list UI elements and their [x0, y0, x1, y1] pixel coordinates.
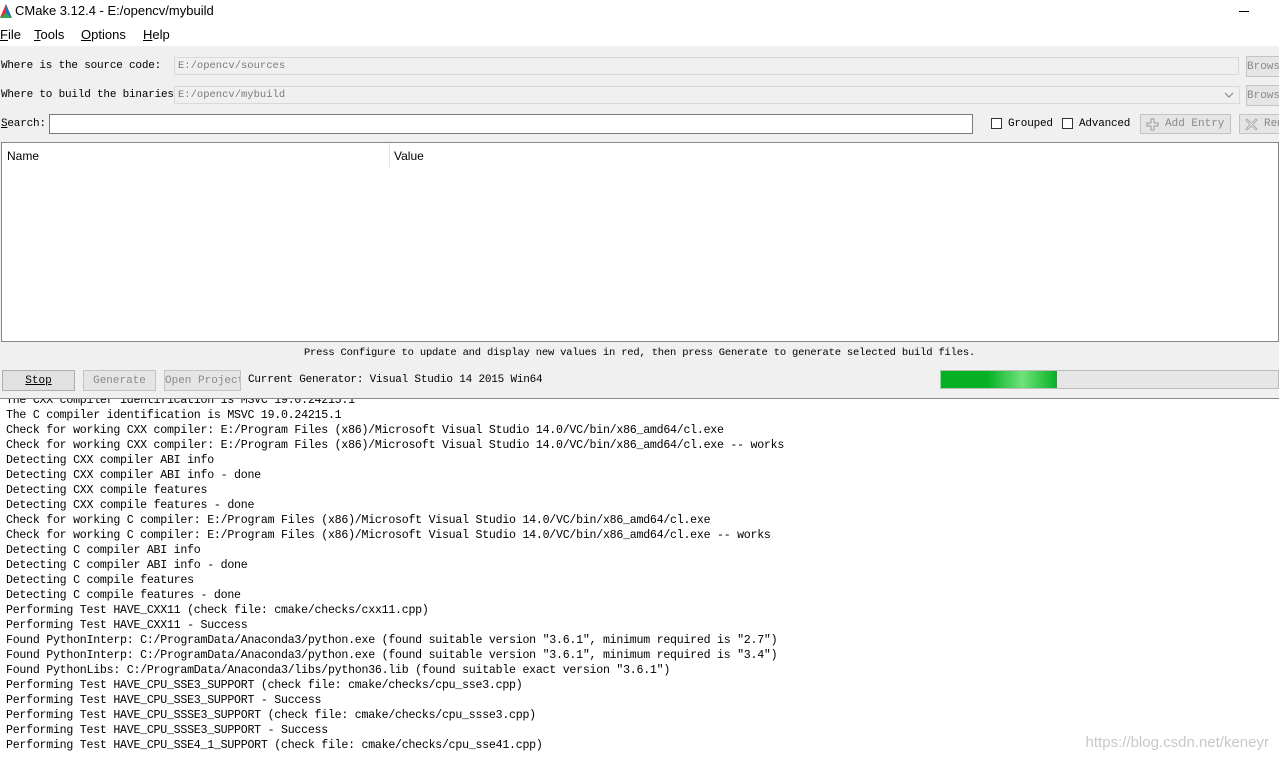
- log-line: Performing Test HAVE_CPU_SSSE3_SUPPORT -…: [6, 724, 328, 737]
- log-line: Performing Test HAVE_CPU_SSE3_SUPPORT - …: [6, 694, 322, 707]
- menu-help[interactable]: Help: [143, 27, 170, 42]
- advanced-checkbox[interactable]: [1062, 118, 1073, 129]
- plus-icon: [1146, 118, 1159, 131]
- search-label: Search:: [1, 118, 46, 130]
- cmake-logo-icon: [0, 4, 12, 18]
- log-line: Detecting C compiler ABI info: [6, 544, 201, 557]
- add-entry-label: Add Entry: [1165, 118, 1225, 130]
- open-project-button[interactable]: Open Project: [164, 370, 241, 391]
- log-line: Found PythonInterp: C:/ProgramData/Anaco…: [6, 634, 778, 647]
- log-line: Performing Test HAVE_CPU_SSE3_SUPPORT (c…: [6, 679, 523, 692]
- browse-build-button[interactable]: Browse Build...: [1246, 85, 1279, 106]
- build-path-combo[interactable]: E:/opencv/mybuild: [174, 86, 1240, 104]
- log-line: Check for working CXX compiler: E:/Progr…: [6, 439, 785, 452]
- menu-tools[interactable]: Tools: [34, 27, 64, 42]
- browse-source-button[interactable]: Browse Source...: [1246, 56, 1279, 77]
- log-line: Performing Test HAVE_CXX11 - Success: [6, 619, 248, 632]
- menu-file[interactable]: File: [0, 27, 21, 42]
- title-bar: CMake 3.12.4 - E:/opencv/mybuild: [0, 0, 1279, 24]
- stop-button[interactable]: Stop: [2, 370, 75, 391]
- source-path-field[interactable]: E:/opencv/sources: [174, 57, 1239, 75]
- log-line: Performing Test HAVE_CPU_SSSE3_SUPPORT (…: [6, 709, 536, 722]
- cache-table[interactable]: Name Value: [1, 142, 1279, 342]
- output-log[interactable]: The CXX compiler identification is MSVC …: [0, 398, 1279, 759]
- log-line: Found PythonInterp: C:/ProgramData/Anaco…: [6, 649, 778, 662]
- log-line: The CXX compiler identification is MSVC …: [6, 398, 355, 407]
- watermark: https://blog.csdn.net/keneyr: [1085, 734, 1269, 751]
- grouped-checkbox[interactable]: [991, 118, 1002, 129]
- chevron-down-icon[interactable]: [1224, 90, 1234, 100]
- log-line: Performing Test HAVE_CPU_SSE4_1_SUPPORT …: [6, 739, 543, 752]
- log-line: Detecting CXX compiler ABI info - done: [6, 469, 261, 482]
- log-line: Check for working C compiler: E:/Program…: [6, 514, 711, 527]
- log-line: Check for working CXX compiler: E:/Progr…: [6, 424, 724, 437]
- log-line: Detecting CXX compiler ABI info: [6, 454, 214, 467]
- log-line: Detecting CXX compile features: [6, 484, 208, 497]
- window-title: CMake 3.12.4 - E:/opencv/mybuild: [15, 3, 214, 18]
- configure-hint: Press Configure to update and display ne…: [303, 347, 976, 359]
- log-line: Performing Test HAVE_CXX11 (check file: …: [6, 604, 429, 617]
- log-line: Detecting C compile features: [6, 574, 194, 587]
- remove-entry-button[interactable]: Remove Entry: [1239, 114, 1279, 134]
- menu-options[interactable]: Options: [81, 27, 126, 42]
- log-line: Detecting CXX compile features - done: [6, 499, 255, 512]
- grouped-label: Grouped: [1008, 118, 1053, 130]
- advanced-label: Advanced: [1079, 118, 1131, 130]
- current-generator-label: Current Generator: Visual Studio 14 2015…: [248, 374, 543, 386]
- log-line: Check for working C compiler: E:/Program…: [6, 529, 771, 542]
- log-line: Detecting C compile features - done: [6, 589, 241, 602]
- add-entry-button[interactable]: Add Entry: [1140, 114, 1231, 134]
- value-column-header[interactable]: Value: [394, 149, 424, 163]
- minimize-icon[interactable]: [1239, 11, 1249, 12]
- remove-entry-label: Remove Entry: [1264, 118, 1279, 130]
- progress-fill: [941, 371, 1057, 388]
- progress-bar: [940, 370, 1279, 389]
- remove-icon: [1245, 118, 1258, 131]
- name-column-header[interactable]: Name: [7, 149, 39, 163]
- build-label: Where to build the binaries:: [1, 89, 181, 101]
- log-line: Detecting C compiler ABI info - done: [6, 559, 248, 572]
- log-line: The C compiler identification is MSVC 19…: [6, 409, 342, 422]
- column-divider[interactable]: [389, 143, 390, 167]
- generate-button[interactable]: Generate: [83, 370, 156, 391]
- search-input[interactable]: [49, 114, 973, 134]
- source-label: Where is the source code:: [1, 60, 162, 72]
- log-line: Found PythonLibs: C:/ProgramData/Anacond…: [6, 664, 671, 677]
- menu-bar: File Tools Options Help: [0, 24, 1279, 46]
